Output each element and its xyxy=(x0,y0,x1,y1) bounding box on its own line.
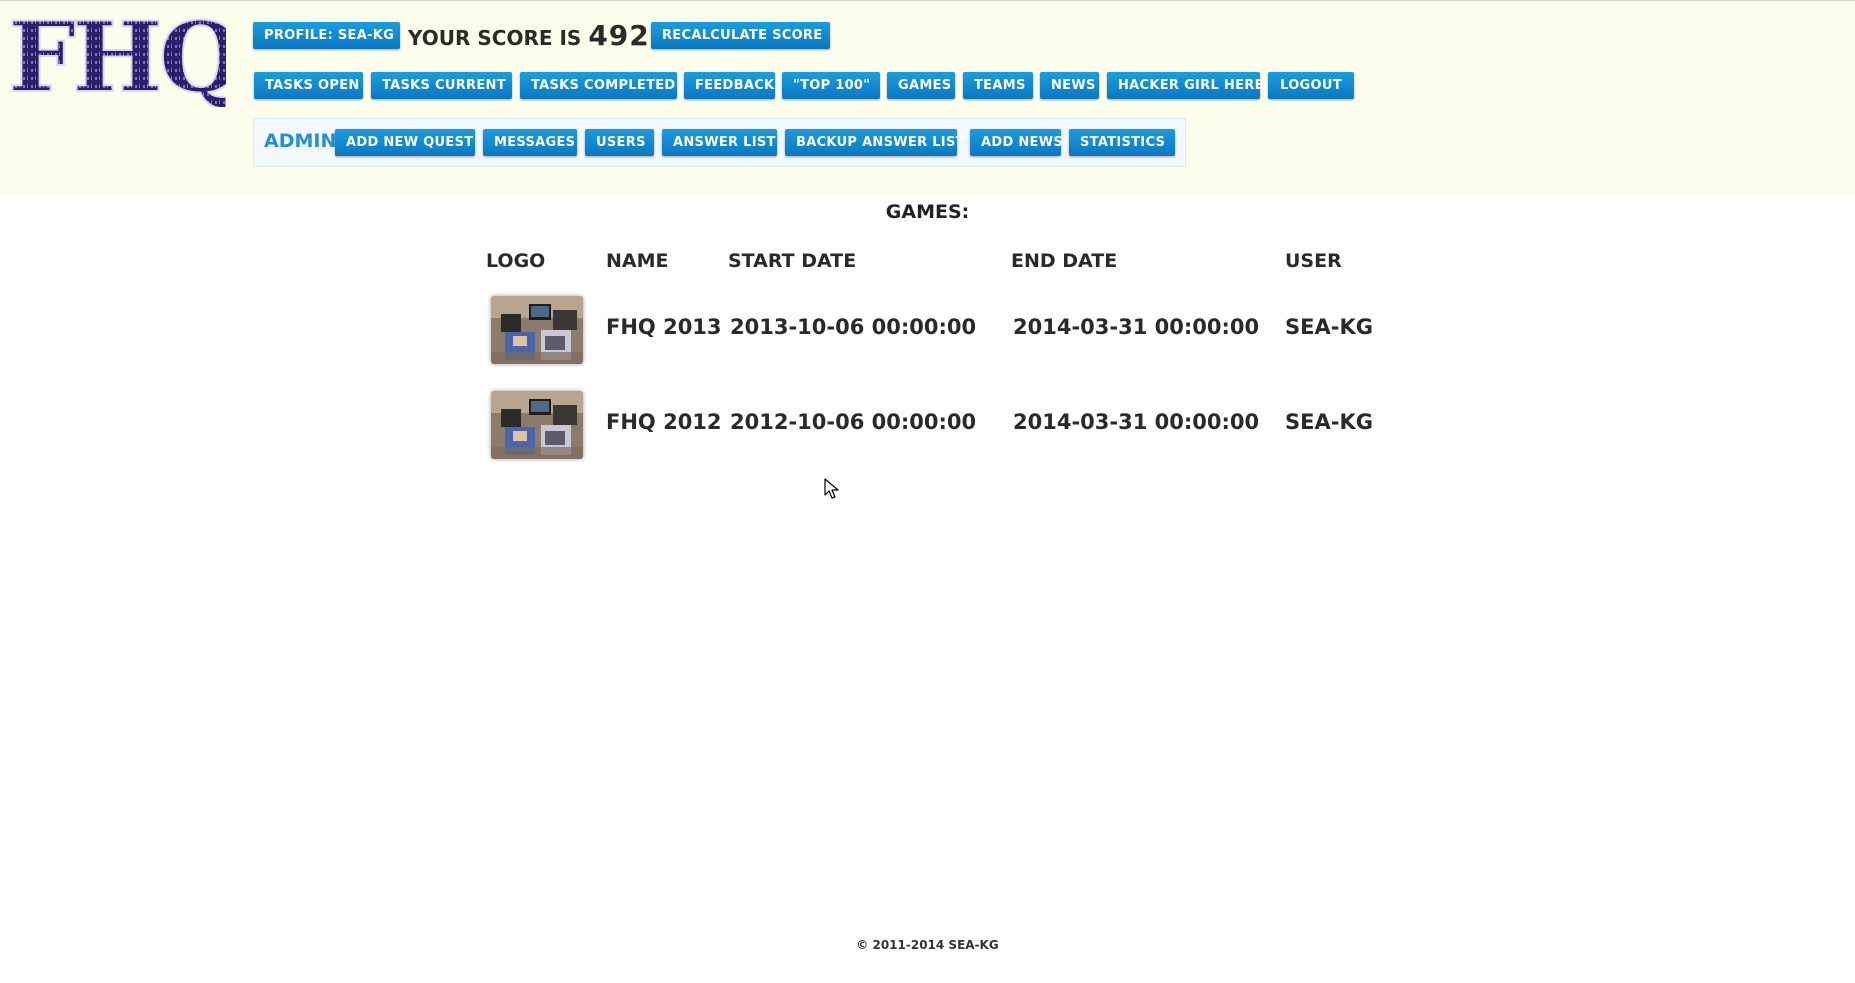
profile-button[interactable]: Profile: sea-kg xyxy=(253,22,400,49)
column-header-start-date: Start Date xyxy=(728,250,857,272)
column-header-logo: Logo xyxy=(486,250,546,272)
nav-teams[interactable]: Teams xyxy=(963,72,1033,99)
column-header-name: Name xyxy=(606,250,669,272)
admin-add-news[interactable]: Add News xyxy=(970,129,1063,156)
admin-statistics[interactable]: Statistics xyxy=(1069,129,1175,156)
admin-backup-answer-list[interactable]: Backup Answer List xyxy=(785,129,964,156)
game-start-date: 2012-10-06 00:00:00 xyxy=(730,410,977,434)
game-logo-image[interactable] xyxy=(491,391,583,459)
score-prefix: Your score is xyxy=(408,26,582,50)
games-title: Games: xyxy=(885,201,970,223)
nav-tasks-current[interactable]: Tasks Current xyxy=(371,72,512,99)
mouse-pointer-icon xyxy=(824,478,840,500)
footer-copyright: © 2011-2014 sea-kg xyxy=(856,938,999,952)
fhq-logo[interactable]: FHQ xyxy=(6,11,226,107)
nav-tasks-completed[interactable]: Tasks Completed xyxy=(520,72,677,99)
column-header-end-date: End Date xyxy=(1011,250,1118,272)
score-display: Your score is 4921 xyxy=(408,19,670,52)
game-user: sea-kg xyxy=(1285,410,1373,434)
admin-add-new-quest[interactable]: Add new quest xyxy=(335,129,475,156)
game-user: sea-kg xyxy=(1285,315,1373,339)
admin-label: Admin: xyxy=(264,130,344,152)
admin-messages[interactable]: Messages xyxy=(483,129,577,156)
game-logo-image[interactable] xyxy=(491,296,583,364)
logo-text: FHQ xyxy=(8,11,226,107)
admin-users[interactable]: Users xyxy=(585,129,654,156)
nav-logout[interactable]: Logout xyxy=(1268,72,1354,99)
nav-news[interactable]: News xyxy=(1040,72,1099,99)
nav-tasks-open[interactable]: Tasks Open xyxy=(254,72,363,99)
admin-answer-list[interactable]: Answer List xyxy=(662,129,777,156)
column-header-user: User xyxy=(1285,250,1342,272)
nav-feedback[interactable]: Feedback xyxy=(684,72,775,99)
game-name[interactable]: FHQ 2013 xyxy=(606,315,722,339)
nav-games[interactable]: Games xyxy=(887,72,955,99)
recalculate-score-button[interactable]: Recalculate score xyxy=(651,22,830,49)
game-end-date: 2014-03-31 00:00:00 xyxy=(1013,410,1260,434)
game-name[interactable]: FHQ 2012 xyxy=(606,410,722,434)
nav-hacker-girl-here[interactable]: Hacker Girl Here xyxy=(1107,72,1263,99)
game-end-date: 2014-03-31 00:00:00 xyxy=(1013,315,1260,339)
page-header: FHQ Profile: sea-kg Your score is 4921 R… xyxy=(0,0,1855,196)
game-start-date: 2013-10-06 00:00:00 xyxy=(730,315,977,339)
nav-top-100[interactable]: "Top 100" xyxy=(782,72,880,99)
